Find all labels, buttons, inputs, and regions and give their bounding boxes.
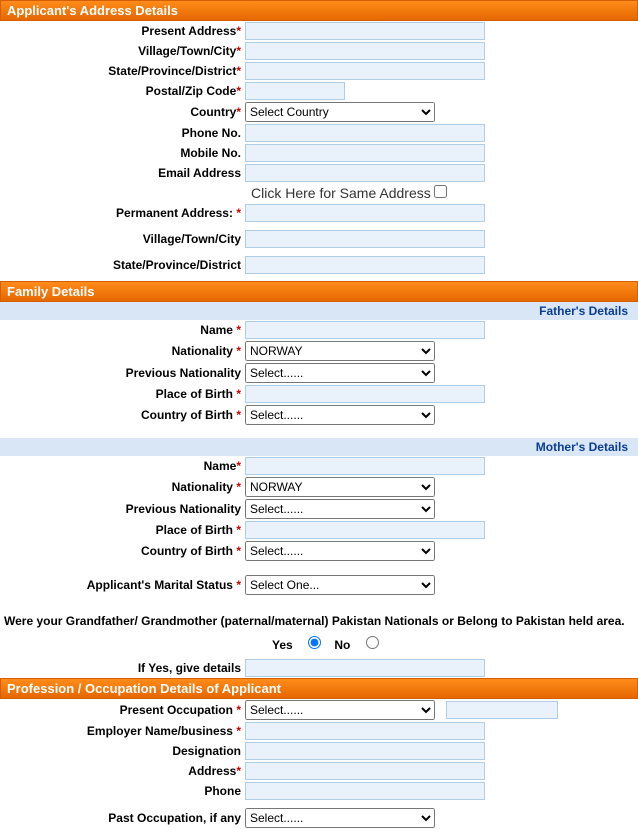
father-name-input[interactable] xyxy=(245,321,485,339)
label-perm-village: Village/Town/City xyxy=(0,232,245,246)
label-present-occ: Present Occupation * xyxy=(0,703,245,717)
past-occ-select[interactable]: Select...... xyxy=(245,808,435,828)
label-employer: Employer Name/business * xyxy=(0,724,245,738)
present-occ-extra-input[interactable] xyxy=(446,701,558,719)
village-input[interactable] xyxy=(245,42,485,60)
present-address-input[interactable] xyxy=(245,22,485,40)
label-email: Email Address xyxy=(0,166,245,180)
mother-name-input[interactable] xyxy=(245,457,485,475)
father-cob-select[interactable]: Select...... xyxy=(245,405,435,425)
employer-input[interactable] xyxy=(245,722,485,740)
phone-input[interactable] xyxy=(245,124,485,142)
postal-input[interactable] xyxy=(245,82,345,100)
label-perm-state: State/Province/District xyxy=(0,258,245,272)
section-header-family: Family Details xyxy=(0,281,638,302)
label-father-prev-nat: Previous Nationality xyxy=(0,366,245,380)
label-permanent-address: Permanent Address: * xyxy=(0,206,245,220)
sub-header-mother: Mother's Details xyxy=(0,438,638,456)
father-prev-nat-select[interactable]: Select...... xyxy=(245,363,435,383)
grandparent-question: Were your Grandfather/ Grandmother (pate… xyxy=(0,608,638,634)
if-yes-details-input[interactable] xyxy=(245,659,485,677)
marital-select[interactable]: Select One... xyxy=(245,575,435,595)
state-input[interactable] xyxy=(245,62,485,80)
prof-address-input[interactable] xyxy=(245,762,485,780)
label-father-pob: Place of Birth * xyxy=(0,387,245,401)
label-postal: Postal/Zip Code* xyxy=(0,84,245,98)
mother-prev-nat-select[interactable]: Select...... xyxy=(245,499,435,519)
label-designation: Designation xyxy=(0,744,245,758)
label-prof-phone: Phone xyxy=(0,784,245,798)
label-phone: Phone No. xyxy=(0,126,245,140)
same-address-label: Click Here for Same Address xyxy=(251,185,431,201)
grandparent-yes-label: Yes xyxy=(272,638,293,652)
mother-cob-select[interactable]: Select...... xyxy=(245,541,435,561)
label-village: Village/Town/City* xyxy=(0,44,245,58)
label-father-name: Name * xyxy=(0,323,245,337)
label-prof-address: Address* xyxy=(0,764,245,778)
label-mother-cob: Country of Birth * xyxy=(0,544,245,558)
section-header-profession: Profession / Occupation Details of Appli… xyxy=(0,678,638,699)
perm-village-input[interactable] xyxy=(245,230,485,248)
perm-state-input[interactable] xyxy=(245,256,485,274)
permanent-address-input[interactable] xyxy=(245,204,485,222)
present-occ-select[interactable]: Select...... xyxy=(245,700,435,720)
label-father-cob: Country of Birth * xyxy=(0,408,245,422)
mother-pob-input[interactable] xyxy=(245,521,485,539)
grandparent-yes-radio[interactable] xyxy=(308,636,321,649)
prof-phone-input[interactable] xyxy=(245,782,485,800)
grandparent-no-label: No xyxy=(334,638,350,652)
label-marital: Applicant's Marital Status * xyxy=(0,578,245,592)
same-address-checkbox[interactable] xyxy=(434,185,447,198)
email-input[interactable] xyxy=(245,164,485,182)
sub-header-father: Father's Details xyxy=(0,302,638,320)
father-pob-input[interactable] xyxy=(245,385,485,403)
label-mobile: Mobile No. xyxy=(0,146,245,160)
label-country: Country* xyxy=(0,105,245,119)
mobile-input[interactable] xyxy=(245,144,485,162)
label-past-occ: Past Occupation, if any xyxy=(0,811,245,825)
mother-nationality-select[interactable]: NORWAY xyxy=(245,477,435,497)
label-mother-nationality: Nationality * xyxy=(0,480,245,494)
label-state: State/Province/District* xyxy=(0,64,245,78)
label-if-yes: If Yes, give details xyxy=(0,661,245,675)
father-nationality-select[interactable]: NORWAY xyxy=(245,341,435,361)
designation-input[interactable] xyxy=(245,742,485,760)
label-mother-pob: Place of Birth * xyxy=(0,523,245,537)
label-present-address: Present Address* xyxy=(0,24,245,38)
label-mother-prev-nat: Previous Nationality xyxy=(0,502,245,516)
label-mother-name: Name* xyxy=(0,459,245,473)
country-select[interactable]: Select Country xyxy=(245,102,435,122)
label-father-nationality: Nationality * xyxy=(0,344,245,358)
section-header-address: Applicant's Address Details xyxy=(0,0,638,21)
grandparent-no-radio[interactable] xyxy=(366,636,379,649)
